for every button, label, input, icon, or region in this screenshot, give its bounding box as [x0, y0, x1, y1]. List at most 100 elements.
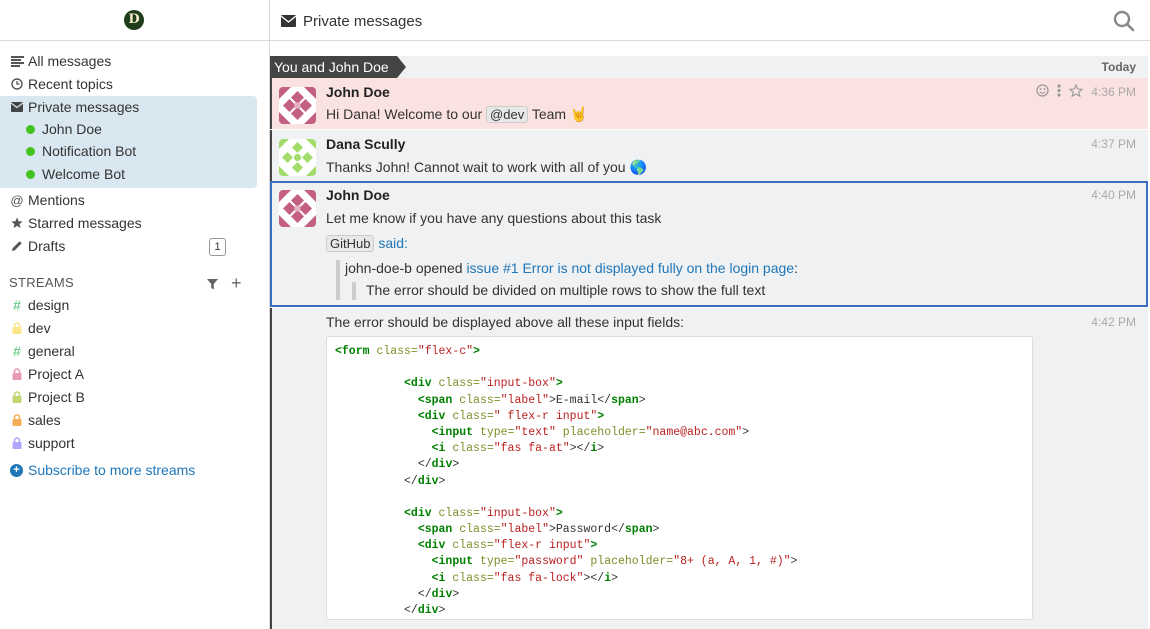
avatar[interactable]: [279, 190, 316, 227]
github-bot-mention[interactable]: GitHub: [326, 235, 375, 252]
stream-item-general[interactable]: # general: [10, 341, 75, 361]
pm-user-name: Welcome Bot: [42, 166, 125, 182]
page-title: Private messages: [281, 10, 422, 32]
stream-item-support[interactable]: support: [10, 433, 75, 453]
lock-icon: [10, 391, 24, 403]
event-suffix: :: [794, 260, 798, 276]
smiley-icon: [1036, 84, 1049, 97]
code-line: <input type="password" placeholder="8+ (…: [335, 554, 1024, 570]
message-actions: [1036, 83, 1084, 100]
avatar[interactable]: [279, 139, 316, 176]
code-line: <div class="flex-r input">: [335, 538, 1024, 554]
code-token: >: [452, 458, 460, 472]
logo-area: D: [0, 0, 270, 41]
message-row[interactable]: John Doe Hi Dana! Welcome to our @dev Te…: [270, 78, 1148, 129]
sidebar-item-label: Starred messages: [28, 215, 142, 231]
sidebar-item-starred-messages[interactable]: Starred messages: [10, 213, 142, 233]
sender-name[interactable]: John Doe: [326, 84, 390, 100]
lock-icon: [10, 368, 24, 380]
said-link[interactable]: said:: [378, 235, 408, 251]
code-line: <div class="input-box">: [335, 506, 1024, 522]
stream-name: Project B: [28, 389, 85, 405]
pm-user-john-doe[interactable]: John Doe: [26, 119, 102, 139]
stream-item-project-a[interactable]: Project A: [10, 364, 84, 384]
code-token: </: [417, 458, 432, 472]
bot-said-line: GitHub said:: [326, 235, 408, 252]
code-token: >: [590, 539, 598, 553]
message-row[interactable]: Dana Scully Thanks John! Cannot wait to …: [270, 130, 1148, 181]
code-token: <input: [431, 425, 474, 439]
code-token: class=: [452, 393, 501, 407]
code-token: <div: [417, 409, 446, 423]
sidebar-item-private-messages[interactable]: Private messages: [10, 97, 139, 117]
sidebar-item-recent-topics[interactable]: Recent topics: [10, 74, 113, 94]
john-doe-avatar-image: [279, 190, 316, 227]
streams-heading[interactable]: STREAMS: [9, 275, 74, 290]
quote-text: The error should be divided on multiple …: [366, 282, 766, 298]
star-message-button[interactable]: [1068, 83, 1084, 100]
stream-item-design[interactable]: # design: [10, 295, 69, 315]
sender-name[interactable]: John Doe: [326, 187, 390, 203]
code-token: >: [790, 555, 798, 569]
message-time[interactable]: 4:37 PM: [1091, 137, 1136, 151]
envelope-icon: [10, 102, 24, 112]
sidebar-item-label: Mentions: [28, 192, 85, 208]
pm-user-name: John Doe: [42, 121, 102, 137]
code-token: div: [431, 458, 453, 472]
sender-name[interactable]: Dana Scully: [326, 136, 405, 152]
pm-user-welcome-bot[interactable]: Welcome Bot: [26, 164, 125, 184]
stream-item-project-b[interactable]: Project B: [10, 387, 85, 407]
code-token: " flex-r input": [493, 409, 598, 423]
message-time[interactable]: 4:42 PM: [1091, 315, 1136, 329]
stream-name: support: [28, 435, 75, 451]
code-token: class=: [452, 523, 501, 537]
avatar[interactable]: [279, 87, 316, 124]
recipient-label[interactable]: You and John Doe: [270, 56, 406, 78]
filter-icon: [207, 279, 218, 290]
plus-circle-icon: +: [10, 463, 23, 477]
code-token: class=: [369, 345, 418, 358]
selected-message-row[interactable]: John Doe Let me know if you have any que…: [270, 181, 1148, 307]
code-token: ></: [569, 442, 591, 456]
vertical-dots-icon: [1057, 84, 1061, 97]
code-token: </: [404, 474, 418, 488]
sidebar-item-label: Recent topics: [28, 76, 113, 92]
issue-link[interactable]: issue #1 Error is not displayed fully on…: [466, 260, 794, 276]
sidebar-item-mentions[interactable]: @ Mentions: [10, 190, 85, 210]
message-time[interactable]: 4:36 PM: [1091, 85, 1136, 99]
message-group-border: [270, 130, 272, 181]
code-token: "text": [514, 425, 556, 439]
filter-streams-button[interactable]: [207, 277, 218, 293]
sidebar-item-all-messages[interactable]: All messages: [10, 51, 111, 71]
user-group-mention[interactable]: @dev: [486, 106, 529, 123]
code-token: type=: [473, 425, 515, 439]
code-token: >: [597, 442, 605, 456]
org-logo[interactable]: D: [124, 10, 144, 30]
subscribe-more-streams-link[interactable]: + Subscribe to more streams: [10, 460, 195, 480]
message-time[interactable]: 4:40 PM: [1091, 188, 1136, 202]
message-menu-button[interactable]: [1057, 84, 1061, 100]
stream-item-dev[interactable]: dev: [10, 318, 51, 338]
lock-icon: [10, 414, 24, 426]
code-token: >: [555, 377, 563, 391]
stream-name: general: [28, 343, 75, 359]
online-status-icon: [26, 169, 35, 179]
message-row[interactable]: The error should be displayed above all …: [270, 308, 1148, 629]
code-block: <form class="flex-c"> <div class="input-…: [326, 336, 1033, 620]
hash-icon: #: [13, 297, 21, 313]
add-stream-button[interactable]: +: [231, 274, 242, 292]
search-button[interactable]: [1113, 10, 1135, 32]
pm-user-notification-bot[interactable]: Notification Bot: [26, 141, 136, 161]
code-token: >: [611, 571, 618, 585]
code-line: <form class="flex-c">: [335, 344, 1024, 360]
stream-item-sales[interactable]: sales: [10, 410, 61, 430]
emoji-reaction-button[interactable]: [1036, 84, 1049, 100]
sidebar-item-drafts[interactable]: Drafts: [10, 236, 65, 256]
code-token: div: [417, 604, 439, 617]
